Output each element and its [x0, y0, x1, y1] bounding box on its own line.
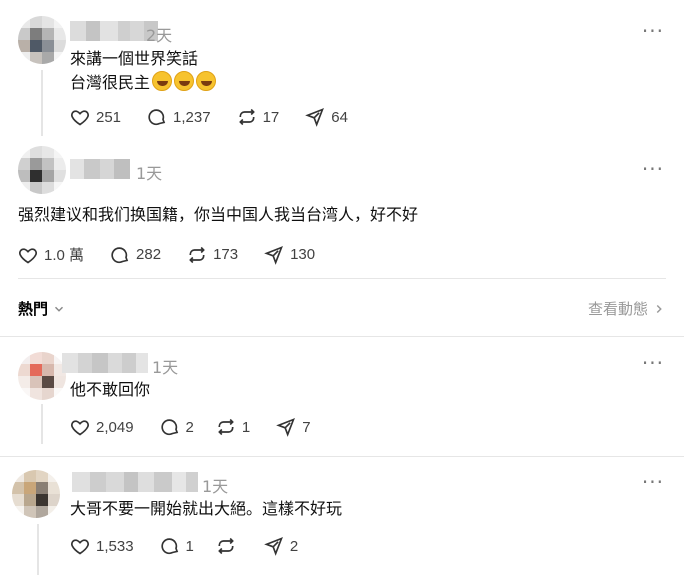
post-time[interactable]: 2天 [146, 22, 172, 46]
repost-icon [238, 108, 255, 126]
post-text: 他不敢回你 [70, 380, 151, 399]
more-options-icon[interactable]: ··· [642, 353, 664, 373]
username-blurred[interactable] [70, 159, 130, 179]
divider [0, 336, 684, 337]
share-count: 7 [302, 418, 311, 436]
heart-icon [71, 110, 89, 126]
thread-line [41, 404, 43, 444]
repost-count: 1 [241, 418, 251, 436]
comment-icon [160, 538, 178, 555]
repost-button[interactable]: 1 [216, 417, 250, 437]
repost-icon [218, 418, 234, 436]
reply-button[interactable]: 1,237 [147, 107, 211, 127]
reply-button[interactable]: 282 [110, 245, 161, 265]
rolling-on-floor-laughing-icon [152, 71, 173, 91]
share-count: 64 [331, 108, 348, 126]
post-text-line-1: 來講一個世界笑話 [70, 49, 199, 68]
more-options-icon[interactable]: ··· [642, 472, 664, 492]
repost-button[interactable]: 173 [187, 245, 238, 265]
like-button[interactable]: 2,049 [70, 417, 134, 437]
avatar[interactable] [18, 146, 66, 194]
comment-icon [160, 419, 178, 436]
view-activity-link[interactable]: 查看動態 [588, 298, 666, 319]
reply-button[interactable]: 1 [160, 536, 194, 556]
username-blurred[interactable] [70, 21, 158, 41]
like-count: 2,049 [96, 418, 134, 436]
chevron-right-icon [656, 304, 662, 313]
post-time[interactable]: 1天 [136, 160, 162, 184]
share-button[interactable]: 64 [305, 107, 348, 127]
like-button[interactable]: 1,533 [70, 536, 134, 556]
share-count: 130 [290, 246, 316, 263]
heart-icon [19, 247, 37, 263]
divider [18, 278, 666, 279]
comment-icon [111, 246, 129, 263]
more-options-icon[interactable]: ··· [642, 21, 664, 41]
repost-icon [189, 246, 205, 263]
rolling-on-floor-laughing-icon [174, 71, 195, 91]
post-actions: 2,049 2 1 7 [70, 417, 329, 437]
chevron-down-icon [55, 306, 64, 312]
reply-button[interactable]: 2 [160, 417, 194, 437]
like-count: 251 [96, 108, 122, 126]
avatar[interactable] [18, 16, 66, 64]
like-button[interactable]: 251 [70, 107, 121, 127]
repost-button[interactable]: 17 [237, 107, 280, 127]
share-count: 2 [289, 537, 299, 555]
thread-line [37, 524, 39, 575]
username-blurred[interactable] [72, 472, 198, 492]
rolling-on-floor-laughing-icon [196, 71, 217, 91]
send-icon [264, 245, 284, 265]
send-icon [305, 108, 325, 127]
post-time[interactable]: 1天 [202, 473, 228, 497]
sort-label: 熱門 [18, 300, 49, 318]
avatar[interactable] [12, 470, 60, 518]
thread-line [41, 70, 43, 136]
heart-icon [71, 539, 89, 555]
comment-icon [148, 109, 166, 126]
avatar[interactable] [18, 352, 66, 400]
post-actions: 1.0 萬 282 173 130 [18, 244, 333, 265]
reply-count: 1,237 [173, 108, 211, 126]
repost-count: 17 [262, 108, 280, 126]
like-count: 1.0 萬 [44, 247, 85, 264]
post-time[interactable]: 1天 [152, 354, 178, 378]
send-icon [276, 418, 296, 437]
share-button[interactable]: 7 [276, 417, 311, 437]
username-blurred[interactable] [62, 353, 148, 373]
share-button[interactable]: 130 [264, 245, 315, 265]
post-text: 大哥不要一開始就出大絕。這樣不好玩 [70, 499, 343, 518]
post-text-line-2: 台灣很民主 [70, 70, 218, 95]
repost-button[interactable] [216, 536, 242, 556]
send-icon [264, 537, 283, 556]
sort-dropdown[interactable]: 熱門 [18, 298, 66, 319]
reply-count: 2 [185, 418, 194, 436]
activity-label: 查看動態 [587, 300, 648, 318]
post-actions: 1,533 1 2 [70, 536, 316, 556]
heart-icon [71, 420, 89, 436]
post-actions: 251 1,237 17 64 [70, 107, 366, 127]
divider [0, 456, 684, 457]
post-text: 强烈建议和我们换国籍，你当中国人我当台湾人，好不好 [18, 205, 419, 224]
reply-count: 282 [136, 246, 162, 263]
repost-icon [218, 537, 234, 555]
share-button[interactable]: 2 [264, 536, 298, 556]
like-count: 1,533 [96, 537, 134, 555]
more-options-icon[interactable]: ··· [642, 159, 664, 179]
reply-count: 1 [185, 537, 194, 555]
repost-count: 173 [213, 246, 239, 263]
like-button[interactable]: 1.0 萬 [18, 244, 84, 265]
